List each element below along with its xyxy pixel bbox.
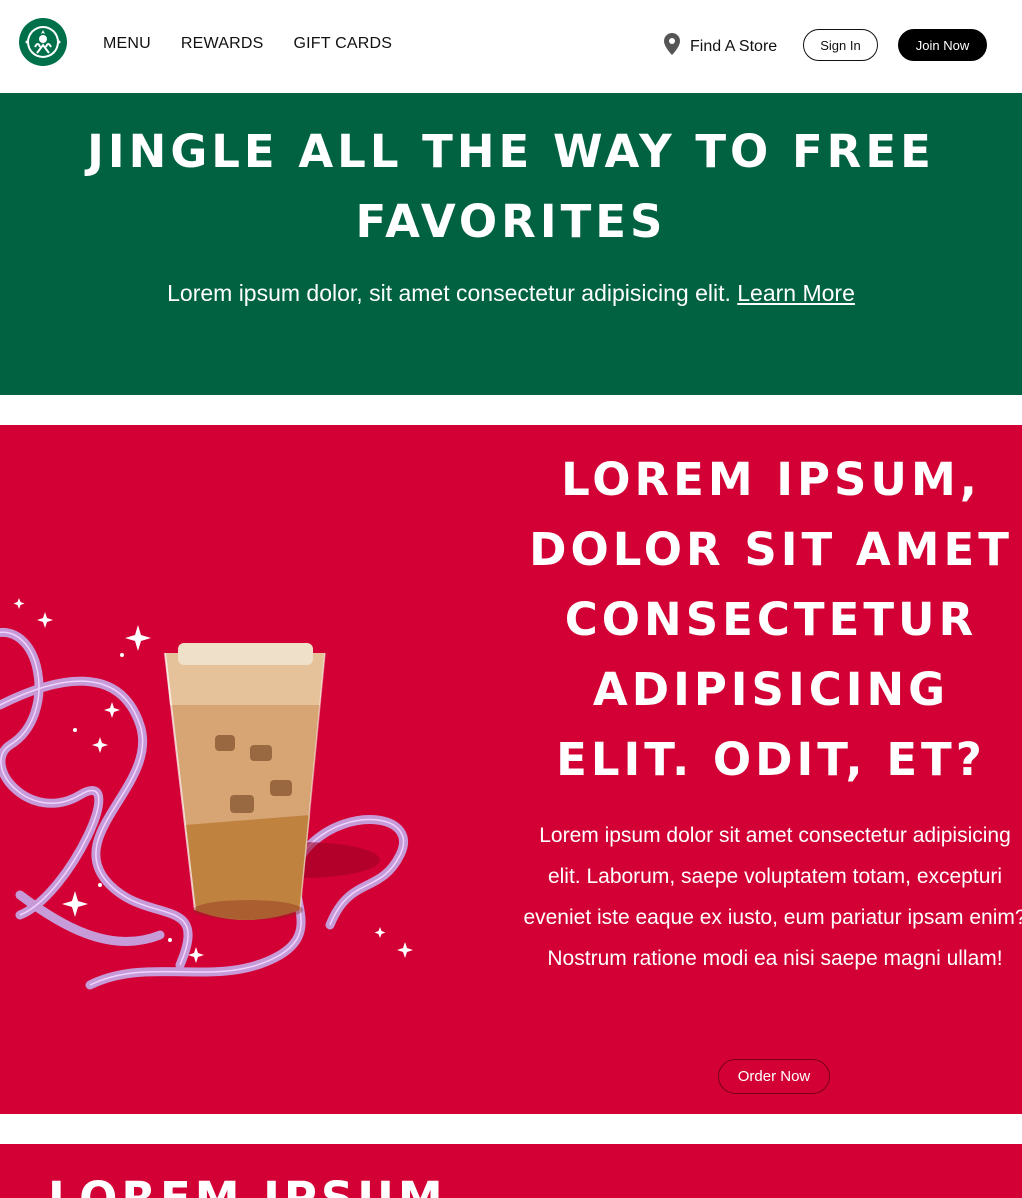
find-store-label: Find A Store — [690, 37, 778, 55]
location-pin-icon — [664, 33, 680, 60]
iced-latte-image — [0, 595, 430, 995]
feature-title: LOREM IPSUM, DOLOR SIT AMET CONSECTETUR … — [529, 453, 1013, 786]
order-now-button[interactable]: Order Now — [718, 1059, 830, 1094]
next-section: LOREM IPSUM — [0, 1144, 1022, 1198]
nav-gift-cards[interactable]: GIFT CARDS — [294, 35, 393, 53]
sign-in-button[interactable]: Sign In — [803, 29, 878, 61]
feature-text: Lorem ipsum dolor sit amet consectetur a… — [523, 824, 1022, 970]
promo-body: Lorem ipsum dolor, sit amet consectetur … — [167, 280, 731, 306]
learn-more-link[interactable]: Learn More — [737, 280, 855, 306]
find-store-link[interactable]: Find A Store — [664, 33, 777, 60]
next-section-title: LOREM IPSUM — [48, 1174, 447, 1198]
nav-menu[interactable]: MENU — [103, 35, 151, 53]
nav-rewards[interactable]: REWARDS — [181, 35, 264, 53]
join-now-button[interactable]: Join Now — [898, 29, 987, 61]
promo-banner: JINGLE ALL THE WAY TO FREE FAVORITES Lor… — [0, 93, 1022, 395]
starbucks-logo-icon[interactable] — [18, 17, 68, 67]
promo-title: JINGLE ALL THE WAY TO FREE FAVORITES — [87, 125, 935, 248]
main-nav: MENU REWARDS GIFT CARDS — [103, 35, 392, 53]
promo-text: Lorem ipsum dolor, sit amet consectetur … — [155, 273, 867, 314]
feature-section: LOREM IPSUM, DOLOR SIT AMET CONSECTETUR … — [0, 425, 1022, 1114]
site-header: MENU REWARDS GIFT CARDS Find A Store Sig… — [0, 0, 1022, 93]
